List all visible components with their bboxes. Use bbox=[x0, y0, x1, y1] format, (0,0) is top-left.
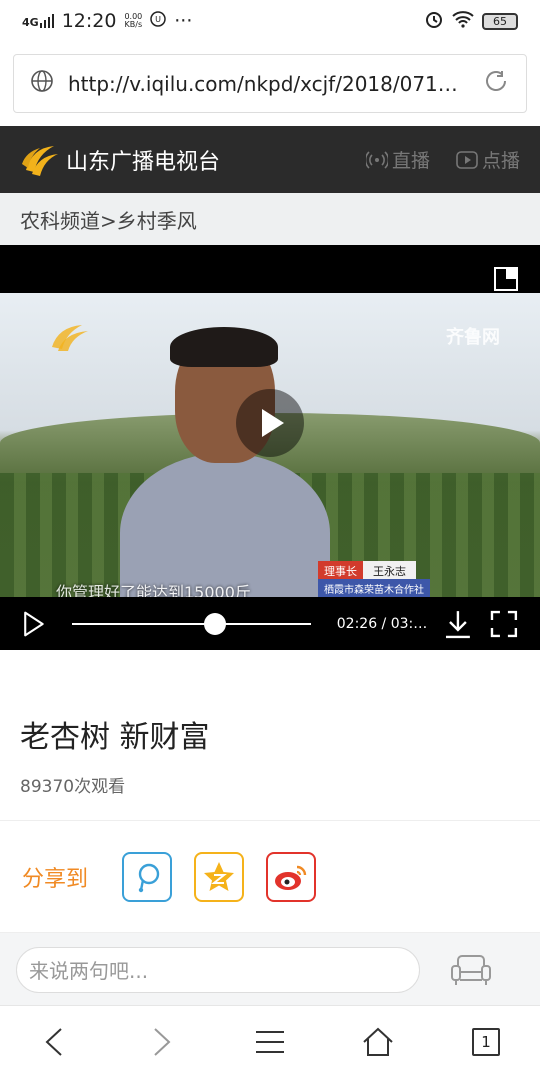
view-count: 89370次观看 bbox=[20, 777, 126, 797]
status-time: 12:20 bbox=[61, 10, 117, 32]
wifi-icon bbox=[452, 10, 474, 33]
play-overlay-button[interactable] bbox=[236, 389, 304, 457]
refresh-icon[interactable] bbox=[482, 67, 510, 100]
play-icon[interactable] bbox=[20, 610, 48, 638]
site-name: 山东广播电视台 bbox=[66, 149, 221, 175]
channel-logo-icon bbox=[52, 325, 88, 351]
nav-live-label: 直播 bbox=[391, 150, 430, 172]
chevron-left-icon bbox=[45, 1027, 62, 1056]
forward-button[interactable] bbox=[142, 1022, 182, 1062]
qzone-share-button[interactable] bbox=[194, 851, 245, 902]
video-player[interactable]: 齐鲁网 理事长 王永志 栖霞市森荣苗木合作社 你管理好了能达到15000斤 02… bbox=[0, 245, 540, 650]
qq-share-button[interactable] bbox=[122, 851, 173, 902]
weibo-icon bbox=[275, 865, 307, 890]
time-display: 02:26 / 03:… bbox=[336, 615, 428, 632]
nav-vod[interactable]: 点播 bbox=[456, 146, 520, 173]
browser-toolbar: http://v.iqilu.com/nkpd/xcjf/2018/0713/… bbox=[0, 42, 540, 126]
comment-bar: 来说两句吧... bbox=[0, 932, 540, 1006]
video-title: 老杏树 新财富 bbox=[20, 720, 210, 755]
signal-icon: 4G bbox=[22, 14, 54, 28]
progress-knob[interactable] bbox=[204, 612, 227, 635]
pip-icon[interactable] bbox=[494, 267, 518, 291]
comment-placeholder: 来说两句吧... bbox=[29, 959, 149, 983]
share-bar: 分享到 bbox=[0, 820, 540, 932]
network-speed: 0.00 KB/s bbox=[124, 13, 142, 29]
qzone-star-icon bbox=[204, 861, 235, 891]
progress-bar[interactable] bbox=[71, 612, 311, 635]
svg-text:U: U bbox=[155, 15, 161, 24]
qq-icon bbox=[138, 863, 160, 892]
address-bar[interactable]: http://v.iqilu.com/nkpd/xcjf/2018/0713/… bbox=[13, 54, 527, 113]
url-text[interactable]: http://v.iqilu.com/nkpd/xcjf/2018/0713/… bbox=[68, 72, 468, 96]
nav-vod-label: 点播 bbox=[481, 150, 520, 172]
comment-input[interactable]: 来说两句吧... bbox=[16, 946, 420, 993]
back-button[interactable] bbox=[34, 1022, 74, 1062]
status-bar: 4G 12:20 0.00 KB/s U ··· 65 bbox=[0, 0, 540, 42]
home-button[interactable] bbox=[358, 1022, 398, 1062]
broadcast-icon bbox=[365, 150, 388, 169]
chevron-right-icon bbox=[154, 1027, 171, 1056]
fullscreen-icon[interactable] bbox=[488, 608, 520, 640]
download-icon[interactable] bbox=[442, 608, 474, 640]
lower-third-role: 理事长 bbox=[318, 561, 363, 581]
browser-bottom-nav: 1 bbox=[0, 1005, 540, 1077]
video-controls: 02:26 / 03:… bbox=[0, 597, 540, 650]
battery-icon: 65 bbox=[482, 12, 518, 30]
tabs-button[interactable]: 1 bbox=[466, 1022, 506, 1062]
site-nav: 直播 点播 bbox=[365, 146, 520, 173]
menu-icon bbox=[256, 1030, 284, 1053]
breadcrumb[interactable]: 农科频道>乡村季风 bbox=[0, 193, 540, 245]
menu-button[interactable] bbox=[250, 1022, 290, 1062]
battery-level: 65 bbox=[493, 14, 507, 28]
site-logo[interactable]: 山东广播电视台 bbox=[20, 140, 220, 180]
network-type: 4G bbox=[22, 16, 39, 29]
status-more: ··· bbox=[174, 10, 193, 32]
globe-icon bbox=[30, 69, 54, 98]
logo-icon bbox=[22, 145, 58, 176]
hd-icon: U bbox=[150, 10, 167, 32]
tabs-count: 1 bbox=[481, 1032, 491, 1051]
share-label: 分享到 bbox=[22, 866, 89, 892]
watermark: 齐鲁网 bbox=[446, 327, 500, 348]
nav-live[interactable]: 直播 bbox=[365, 146, 430, 173]
tabs-icon: 1 bbox=[472, 1027, 500, 1056]
tv-play-icon bbox=[456, 150, 478, 169]
lower-third: 理事长 王永志 bbox=[318, 561, 416, 581]
video-info: 老杏树 新财富 89370次观看 bbox=[0, 650, 540, 820]
weibo-share-button[interactable] bbox=[266, 851, 317, 902]
home-icon bbox=[363, 1027, 393, 1056]
speed-unit: KB/s bbox=[124, 20, 143, 29]
alarm-icon bbox=[424, 9, 444, 34]
frame-person bbox=[120, 327, 330, 613]
lower-third-name: 王永志 bbox=[363, 561, 416, 581]
sofa-icon[interactable] bbox=[450, 952, 492, 988]
site-header: 山东广播电视台 直播 点播 bbox=[0, 126, 540, 193]
lower-third-org: 栖霞市森荣苗木合作社 bbox=[318, 579, 430, 598]
